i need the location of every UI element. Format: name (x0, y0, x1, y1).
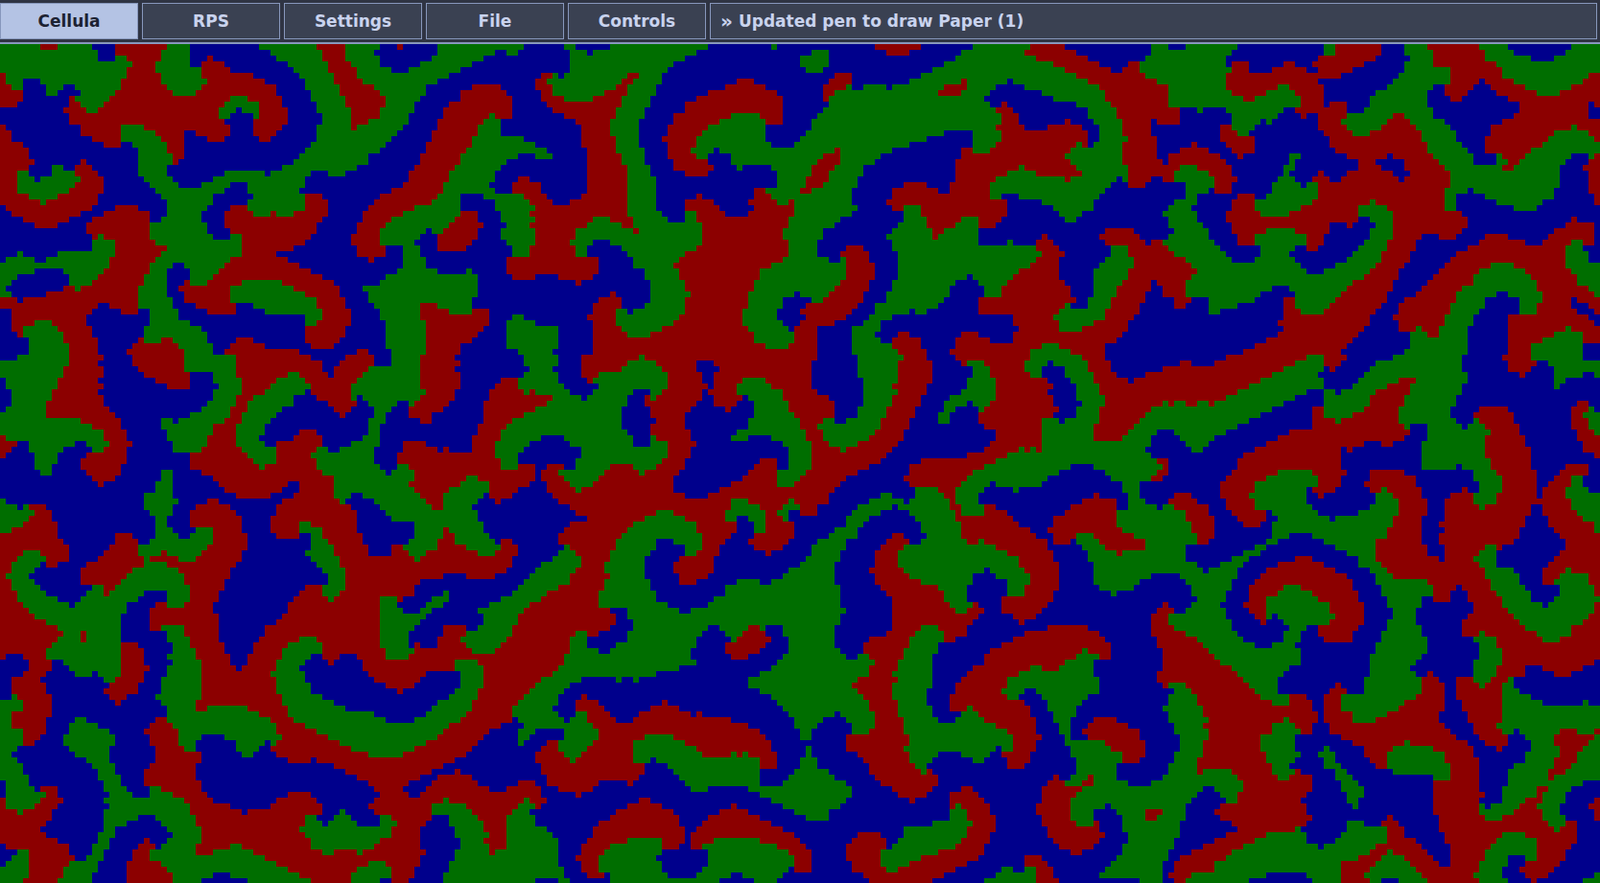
chevron-icon: » (720, 9, 733, 33)
app-window: CellulaRPSSettingsFileControls»Updated p… (0, 0, 1600, 883)
menu-bar: CellulaRPSSettingsFileControls»Updated p… (0, 0, 1600, 45)
status-text: Updated pen to draw Paper (1) (738, 11, 1024, 31)
simulation-canvas[interactable] (0, 44, 1600, 883)
menu-tab[interactable]: RPS (141, 2, 281, 40)
menu-tab[interactable]: File (425, 2, 565, 40)
menu-tab[interactable]: Settings (283, 2, 423, 40)
status-message: »Updated pen to draw Paper (1) (709, 2, 1598, 40)
menu-tab[interactable]: Controls (567, 2, 706, 40)
menu-tab[interactable]: Cellula (0, 2, 139, 40)
